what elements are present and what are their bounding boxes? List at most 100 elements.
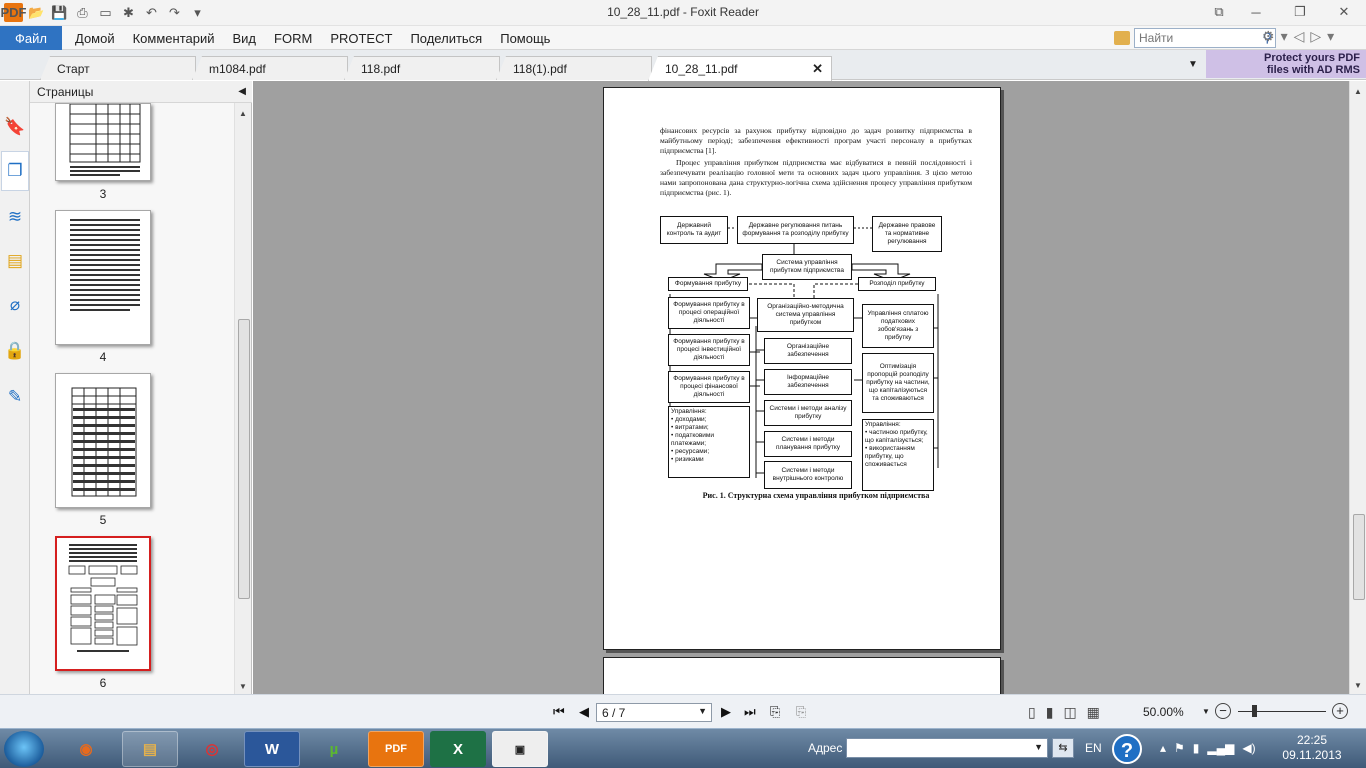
maximize-button[interactable]: ❐ [1278, 0, 1322, 24]
explorer-icon[interactable]: ▤ [122, 731, 178, 767]
zoom-slider-handle[interactable] [1252, 705, 1257, 717]
zoom-out-icon[interactable]: − [1215, 703, 1231, 719]
language-indicator[interactable]: EN [1085, 741, 1102, 755]
menu-share[interactable]: Поделиться [401, 31, 491, 46]
menu-view[interactable]: Вид [224, 31, 266, 46]
menu-protect[interactable]: PROTECT [321, 31, 401, 46]
page-thumbnail-6[interactable] [55, 536, 151, 671]
menu-form[interactable]: FORM [265, 31, 321, 46]
box-profit-formation: Формування прибутку [668, 277, 748, 291]
page-dropdown-icon[interactable]: ▼ [698, 706, 707, 716]
security-lock-icon[interactable]: 🔒 [3, 339, 27, 363]
tab-10-28-11[interactable]: 10_28_11.pdf ✕ [648, 56, 832, 81]
tab-118-1[interactable]: 118(1).pdf [496, 56, 652, 80]
tab-118[interactable]: 118.pdf [344, 56, 500, 80]
menu-home[interactable]: Домой [66, 31, 124, 46]
collapse-panel-icon[interactable]: ◀ [238, 86, 246, 97]
utorrent-icon[interactable]: µ [306, 731, 362, 767]
tab-start[interactable]: Старт [40, 56, 196, 80]
firefox-icon[interactable]: ◉ [58, 731, 114, 767]
document-viewer-icon[interactable]: ▣ [492, 731, 548, 767]
box-legal-regulation: Державне правове та нормативне регулюван… [872, 216, 942, 252]
back-icon[interactable]: ◁ [1294, 28, 1305, 45]
start-button[interactable] [4, 731, 44, 767]
tray-expand-icon[interactable]: ▴ [1160, 741, 1166, 755]
promo-banner[interactable]: Protect yours PDF files with AD RMS [1206, 50, 1366, 78]
network-icon[interactable]: ▮ [1193, 741, 1200, 755]
previous-view-icon[interactable]: ⎘ [770, 704, 780, 720]
address-dropdown-icon[interactable]: ▼ [1034, 742, 1043, 752]
scroll-up-icon[interactable]: ▲ [239, 109, 247, 118]
windows-taskbar: ◉ ▤ ◎ W µ PDF X ▣ Адрес ▼ ⇆ EN ? ▴ ⚑ ▮ ▂… [0, 728, 1366, 768]
settings-gear-icon[interactable]: ⚙ [1262, 28, 1275, 45]
continuous-page-icon[interactable]: ▮ [1046, 704, 1054, 721]
window-title: 10_28_11.pdf - Foxit Reader [607, 5, 759, 19]
scroll-down-icon[interactable]: ▼ [239, 682, 247, 691]
close-button[interactable]: ✕ [1322, 0, 1366, 24]
page-thumbnail-3[interactable] [55, 103, 151, 181]
menu-help[interactable]: Помощь [491, 31, 559, 46]
search-input[interactable] [1135, 29, 1245, 47]
next-view-icon[interactable]: ⎘ [796, 704, 806, 720]
page-number-field[interactable]: 6 / 7 ▼ [596, 703, 712, 722]
window-controls: ⧉ ─ ❐ ✕ [1204, 0, 1366, 24]
clock-time: 22:25 [1296, 733, 1328, 747]
excel-icon[interactable]: X [430, 731, 486, 767]
attachments-icon[interactable]: ⌀ [3, 293, 27, 317]
flag-icon[interactable]: ⚑ [1174, 741, 1185, 755]
word-icon[interactable]: W [244, 731, 300, 767]
search-folder-icon[interactable] [1114, 31, 1130, 45]
doc-scroll-up-icon[interactable]: ▲ [1354, 87, 1362, 96]
page-thumbnail-4[interactable] [55, 210, 151, 345]
tab-list-dropdown-icon[interactable]: ▼ [1188, 59, 1198, 70]
chrome-icon[interactable]: ◎ [184, 731, 240, 767]
tab-label: 10_28_11.pdf [665, 62, 738, 76]
box-state-control: Державний контроль та аудит [660, 216, 728, 244]
continuous-facing-icon[interactable]: ▦ [1087, 704, 1100, 721]
minimize-button[interactable]: ─ [1234, 0, 1278, 24]
doc-scroll-thumb[interactable] [1353, 514, 1365, 600]
document-scrollbar[interactable]: ▲ ▼ [1349, 81, 1366, 694]
panel-scroll-thumb[interactable] [238, 319, 250, 599]
box-org-method-system: Організаційно-методична система управлін… [757, 298, 854, 332]
address-go-icon[interactable]: ⇆ [1052, 738, 1074, 758]
zoom-dropdown-icon[interactable]: ▼ [1202, 707, 1210, 716]
zoom-level[interactable]: 50.00% [1143, 705, 1184, 719]
next-page-icon[interactable]: ▶ [721, 704, 731, 720]
pages-panel-scrollbar[interactable]: ▲ ▼ [234, 103, 251, 694]
layers-icon[interactable]: ≋ [3, 205, 27, 229]
last-page-icon[interactable]: ⏭ [744, 704, 756, 720]
facing-page-icon[interactable]: ◫ [1063, 704, 1076, 721]
previous-page-icon[interactable]: ◀ [579, 704, 589, 720]
document-view[interactable]: фінансових ресурсів за рахунок прибутку … [253, 81, 1349, 694]
box-distribution-optimization: Оптимізація пропорцій розподілу прибутку… [862, 353, 934, 413]
menu-comment[interactable]: Комментарий [124, 31, 224, 46]
help-icon[interactable]: ? [1112, 734, 1142, 764]
file-menu-button[interactable]: Файл [0, 26, 62, 50]
zoom-in-icon[interactable]: + [1332, 703, 1348, 719]
tab-m1084[interactable]: m1084.pdf [192, 56, 348, 80]
close-tab-icon[interactable]: ✕ [812, 61, 823, 77]
single-page-icon[interactable]: ▯ [1028, 704, 1036, 721]
volume-icon[interactable]: ◀) [1242, 741, 1255, 755]
more-icon[interactable]: ▾ [1327, 28, 1334, 45]
address-label: Адрес [808, 741, 843, 755]
search-field[interactable]: ⚲ [1134, 28, 1276, 48]
system-tray: ▴ ⚑ ▮ ▂▄▆ ◀) [1160, 741, 1256, 755]
forward-icon[interactable]: ▷ [1310, 28, 1321, 45]
doc-scroll-down-icon[interactable]: ▼ [1354, 681, 1362, 690]
first-page-icon[interactable]: ⏮ [553, 704, 565, 720]
page-thumbnail-5[interactable] [55, 373, 151, 508]
signal-icon[interactable]: ▂▄▆ [1207, 741, 1234, 755]
foxit-reader-icon[interactable]: PDF [368, 731, 424, 767]
bookmarks-icon[interactable]: 🔖 [3, 115, 27, 139]
box-planning-methods: Системи і методи планування прибутку [764, 431, 852, 457]
comments-icon[interactable]: ▤ [3, 249, 27, 273]
address-input[interactable]: ▼ [846, 738, 1048, 758]
search-area: ⚲ [1114, 28, 1276, 48]
system-clock[interactable]: 22:25 09.11.2013 [1280, 733, 1344, 763]
restore-ribbon-icon[interactable]: ⧉ [1204, 0, 1234, 24]
pages-icon[interactable]: ❐ [1, 151, 29, 191]
signature-icon[interactable]: ✎ [3, 385, 27, 409]
dropdown-icon[interactable]: ▾ [1281, 28, 1288, 45]
